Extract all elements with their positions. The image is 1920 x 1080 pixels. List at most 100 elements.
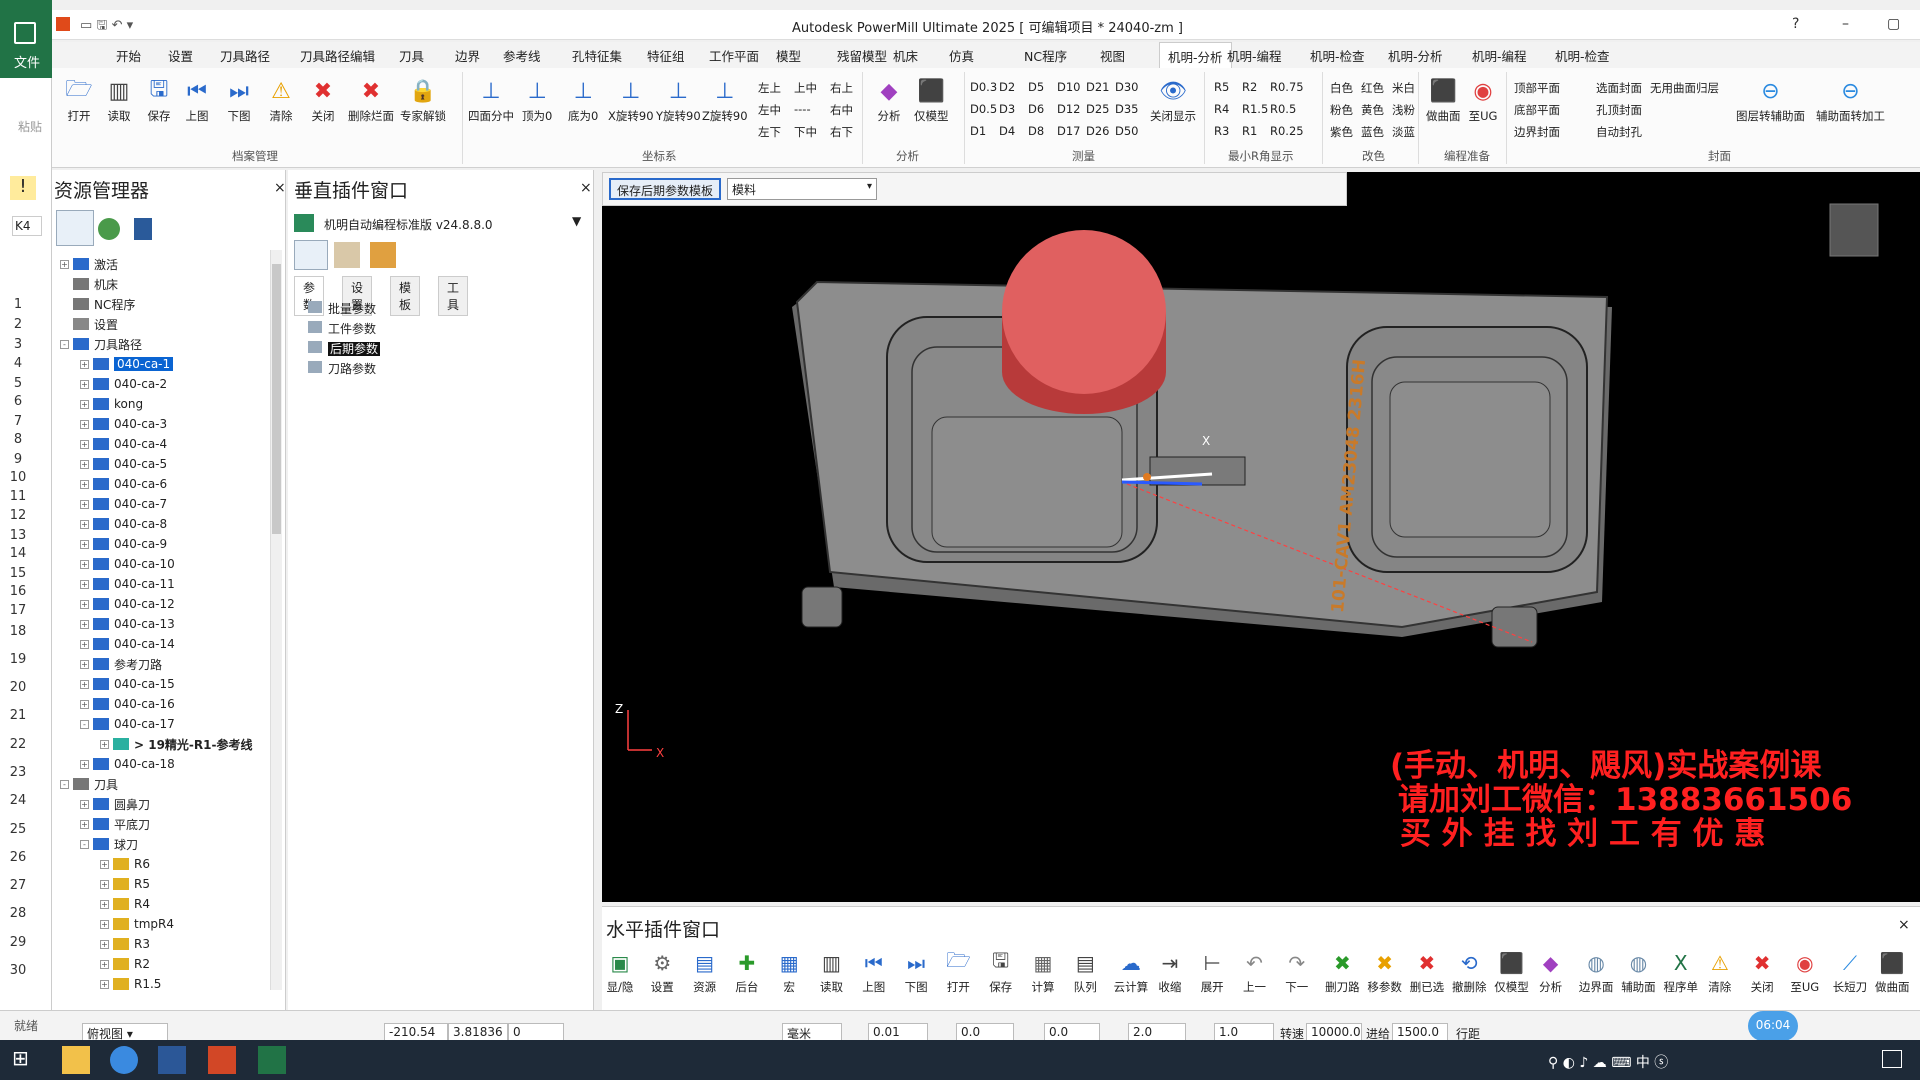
menu-7[interactable]: 孔特征集 <box>572 46 622 65</box>
hplugin-button[interactable]: ▦ 计算 <box>1029 949 1057 995</box>
tree-item[interactable]: - 刀具 <box>60 775 118 793</box>
ribbon-small-button[interactable]: 淡蓝 <box>1392 124 1415 140</box>
excel-file-tab[interactable]: 文件 <box>14 52 40 71</box>
vplugin-tab[interactable]: 工具 <box>438 276 469 316</box>
tree-item[interactable]: + R5 <box>100 875 150 893</box>
ribbon-button[interactable]: ⬛ 做曲面 <box>1426 76 1461 124</box>
panel-close-icon[interactable]: × <box>274 180 286 196</box>
expand-icon[interactable]: + <box>80 359 89 369</box>
collapse-icon[interactable]: - <box>60 339 69 349</box>
menu-19[interactable]: 机明-分析 <box>1388 46 1443 65</box>
ribbon-small-button[interactable]: D25 <box>1086 102 1110 116</box>
excel-row-header[interactable]: 24 <box>0 793 36 808</box>
ribbon-small-button[interactable]: R0.25 <box>1270 124 1304 138</box>
tree-item[interactable]: +040-ca-15 <box>80 675 175 693</box>
excel-row-header[interactable]: 26 <box>0 850 36 865</box>
menu-0[interactable]: 开始 <box>116 46 141 65</box>
ribbon-small-button[interactable]: D0.5 <box>970 102 997 116</box>
excel-icon[interactable] <box>258 1046 286 1074</box>
diameter-field[interactable]: 2.0 <box>1128 1023 1186 1041</box>
expand-icon[interactable]: + <box>80 619 89 629</box>
hplugin-button[interactable]: ⬛ 做曲面 <box>1875 949 1910 995</box>
ribbon-button[interactable]: ⬛ 仅模型 <box>914 76 949 124</box>
settings-folder-icon[interactable] <box>370 242 396 268</box>
ribbon-small-button[interactable]: ---- <box>794 102 811 116</box>
3d-viewport[interactable]: X Z X 101-CAV1 AM23048 2316H (手动、机明、飓风)实… <box>602 172 1920 902</box>
expand-icon[interactable]: + <box>100 979 109 989</box>
expand-icon[interactable]: + <box>100 959 109 969</box>
menu-18[interactable]: 机明-检查 <box>1310 46 1365 65</box>
expand-icon[interactable]: + <box>100 919 109 929</box>
hplugin-button[interactable]: ◆ 分析 <box>1537 949 1565 995</box>
excel-row-header[interactable]: 9 <box>0 452 36 467</box>
ribbon-small-button[interactable]: 无用曲面归层 <box>1650 80 1719 96</box>
tree-item[interactable]: - 刀具路径 <box>60 335 142 353</box>
explorer-icon[interactable] <box>62 1046 90 1074</box>
notification-icon[interactable] <box>1882 1050 1902 1068</box>
hplugin-button[interactable]: ◉ 至UG <box>1790 949 1819 995</box>
expand-icon[interactable]: + <box>100 879 109 889</box>
quick-access-icons[interactable]: ▭ 🖫 ↶ ▾ <box>80 16 133 38</box>
ribbon-button[interactable]: ⊥ 底为0 <box>568 76 598 124</box>
feed-field[interactable]: 1500.0 <box>1392 1023 1448 1041</box>
expand-icon[interactable] <box>60 300 69 309</box>
ribbon-button[interactable]: ⊥ Z旋转90 <box>702 76 748 124</box>
expand-icon[interactable]: + <box>80 819 89 829</box>
excel-row-header[interactable]: 21 <box>0 708 36 723</box>
ribbon-small-button[interactable]: 红色 <box>1361 80 1384 96</box>
plugin-tool-icons[interactable] <box>294 240 414 270</box>
view-cube[interactable] <box>1829 203 1879 257</box>
thickness-field[interactable]: 0.0 <box>956 1023 1014 1041</box>
ribbon-small-button[interactable]: 边界封面 <box>1514 124 1560 140</box>
ribbon-small-button[interactable]: D12 <box>1057 102 1081 116</box>
expand-icon[interactable]: + <box>80 419 89 429</box>
ribbon-small-button[interactable]: 选面封面 <box>1596 80 1642 96</box>
excel-row-header[interactable]: 6 <box>0 394 36 409</box>
ribbon-small-button[interactable]: D10 <box>1057 80 1081 94</box>
excel-row-header[interactable]: 25 <box>0 822 36 837</box>
tree-item[interactable]: +040-ca-2 <box>80 375 167 393</box>
ribbon-small-button[interactable]: 下中 <box>794 124 817 140</box>
tree-item[interactable]: 设置 <box>60 315 118 333</box>
tree-item[interactable]: +040-ca-6 <box>80 475 167 493</box>
ribbon-small-button[interactable]: 左中 <box>758 102 781 118</box>
scroll-thumb[interactable] <box>272 264 281 534</box>
expand-icon[interactable]: + <box>60 259 69 269</box>
ribbon-small-button[interactable]: 紫色 <box>1330 124 1353 140</box>
hplugin-button[interactable]: X 程序单 <box>1664 949 1699 995</box>
ribbon-button[interactable]: ◆ 分析 <box>874 76 904 124</box>
collapse-icon[interactable]: - <box>80 839 89 849</box>
ribbon-button[interactable]: ⊥ 顶为0 <box>522 76 552 124</box>
tree-item[interactable]: + tmpR4 <box>100 915 174 933</box>
tolerance-field[interactable]: 0.01 <box>868 1023 928 1041</box>
menu-11[interactable]: 残留模型 <box>837 46 887 65</box>
menu-21[interactable]: 机明-检查 <box>1555 46 1610 65</box>
ribbon-button[interactable]: ⏮ 上图 <box>182 76 212 124</box>
ribbon-small-button[interactable]: 米白 <box>1392 80 1415 96</box>
excel-row-header[interactable]: 13 <box>0 528 36 543</box>
hplugin-button[interactable]: ✖ 删刀路 <box>1325 949 1360 995</box>
hplugin-button[interactable]: ▦ 宏 <box>775 949 803 995</box>
excel-row-header[interactable]: 22 <box>0 737 36 752</box>
expand-icon[interactable] <box>60 280 69 289</box>
excel-row-header[interactable]: 12 <box>0 508 36 523</box>
ribbon-button[interactable]: 🔒 专家解锁 <box>400 76 446 124</box>
ribbon-small-button[interactable]: D3 <box>999 102 1015 116</box>
word-icon[interactable] <box>158 1046 186 1074</box>
hplugin-button[interactable]: ⊢ 展开 <box>1198 949 1226 995</box>
tree-item[interactable]: +040-ca-5 <box>80 455 167 473</box>
hplugin-button[interactable]: ⟋ 长短刀 <box>1833 949 1868 995</box>
ribbon-button[interactable]: ⊖ 图层转辅助面 <box>1736 76 1805 124</box>
ribbon-small-button[interactable]: 右上 <box>830 80 853 96</box>
ribbon-button[interactable]: ⊥ X旋转90 <box>608 76 654 124</box>
tools-icon[interactable] <box>334 242 360 268</box>
tree-item[interactable]: + R2 <box>100 955 150 973</box>
menu-9[interactable]: 工作平面 <box>709 46 759 65</box>
ribbon-small-button[interactable]: 浅粉 <box>1392 102 1415 118</box>
menu-8[interactable]: 特征组 <box>647 46 685 65</box>
tree-view-icon[interactable] <box>56 210 94 246</box>
tree-item[interactable]: + R4 <box>100 895 150 913</box>
hplugin-button[interactable]: ✖ 删已选 <box>1410 949 1445 995</box>
tree-item[interactable]: + 圆鼻刀 <box>80 795 150 813</box>
tree-item[interactable]: - 040-ca-17 <box>80 715 175 733</box>
